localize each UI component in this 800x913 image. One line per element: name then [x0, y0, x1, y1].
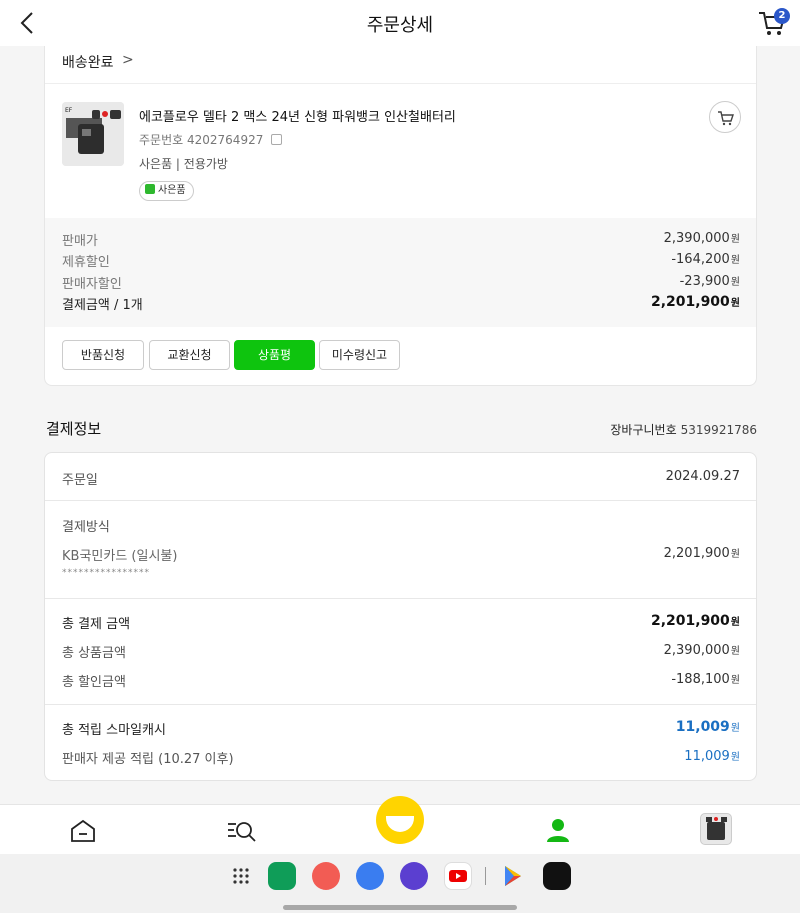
payment-method-label: 결제방식 — [62, 520, 110, 535]
order-number-label: 주문번호 — [139, 133, 184, 147]
product-image-icon — [706, 817, 727, 840]
contacts-app-icon[interactable] — [312, 862, 340, 890]
return-request-button[interactable]: 반품신청 — [62, 340, 144, 370]
discount-total-value: -188,100원 — [671, 672, 740, 687]
price-row-seller-discount: 판매자할인 -23,900원 — [62, 273, 740, 293]
total-payment-value: 2,201,900원 — [650, 613, 740, 629]
product-total-label: 총 상품금액 — [62, 646, 126, 661]
write-review-button[interactable]: 상품평 — [234, 340, 315, 370]
app-drawer-icon[interactable] — [232, 867, 250, 885]
discount-total-label: 총 할인금액 — [62, 675, 126, 690]
gift-label: 사은품 — [158, 185, 186, 196]
call-app-icon[interactable] — [268, 862, 296, 890]
order-number-value: 4202764927 — [187, 133, 264, 147]
smile-home-button[interactable] — [376, 796, 424, 844]
search-menu-icon[interactable] — [226, 818, 258, 844]
cart-number: 장바구니번호 5319921786 — [610, 421, 757, 438]
order-date-label: 주문일 — [62, 473, 98, 488]
masked-card-number: **************** — [62, 568, 150, 578]
price-label: 판매가 — [62, 234, 98, 249]
product-total-value: 2,390,000원 — [663, 643, 740, 658]
seller-cash-label: 판매자 제공 적립 (10.27 이후) — [62, 752, 234, 767]
product-image-icon: EF — [62, 102, 124, 166]
price-row-partner-discount: 제휴할인 -164,200원 — [62, 251, 740, 271]
page-title: 주문상세 — [366, 15, 434, 36]
cart-icon — [718, 111, 734, 126]
smile-cash-label: 총 적립 스마일캐시 — [62, 723, 166, 738]
product-name[interactable]: 에코플로우 델타 2 맥스 24년 신형 파워뱅크 인산철배터리 — [139, 106, 456, 125]
total-payment-label: 총 결제 금액 — [62, 617, 131, 632]
ecoflow-app-icon[interactable] — [543, 862, 571, 890]
payment-method-amount: 2,201,900원 — [663, 546, 740, 561]
internet-app-icon[interactable] — [400, 862, 428, 890]
home-icon[interactable] — [70, 819, 96, 843]
price-label: 결제금액 / 1개 — [62, 298, 143, 313]
youtube-icon — [449, 870, 467, 882]
payment-method-value: KB국민카드 (일시불) — [62, 549, 178, 564]
add-to-cart-button[interactable] — [709, 101, 741, 133]
gift-chip[interactable]: 사은품 — [139, 181, 194, 201]
price-label: 제휴할인 — [62, 255, 110, 270]
price-value: 2,390,000원 — [663, 231, 740, 246]
price-label: 판매자할인 — [62, 277, 122, 292]
price-row-total: 결제금액 / 1개 2,201,900원 — [62, 294, 740, 314]
delivery-status: 배송완료 — [62, 55, 114, 71]
order-number: 주문번호 4202764927 — [139, 131, 283, 148]
order-card: 배송완료 > EF 에코플로우 델타 2 맥스 24년 신형 파워뱅크 인산철배… — [44, 46, 757, 386]
price-summary: 판매가 2,390,000원 제휴할인 -164,200원 판매자할인 -23,… — [45, 218, 756, 327]
gesture-home-bar[interactable] — [283, 905, 517, 910]
messages-app-icon[interactable] — [356, 862, 384, 890]
price-value: 2,201,900원 — [650, 294, 740, 310]
exchange-request-button[interactable]: 교환신청 — [149, 340, 230, 370]
chevron-right-icon: > — [122, 52, 134, 68]
product-thumbnail[interactable]: EF — [62, 102, 124, 166]
payment-section-title: 결제정보 — [46, 420, 102, 438]
price-value: -23,900원 — [679, 274, 740, 289]
thumb-brand: EF — [65, 107, 73, 114]
cart-count-badge: 2 — [774, 8, 790, 24]
recent-item-thumbnail[interactable] — [700, 813, 732, 845]
gift-icon — [145, 184, 155, 194]
smile-cash-value: 11,009원 — [675, 719, 740, 735]
cart-number-label: 장바구니번호 — [610, 423, 677, 437]
play-store-app-icon[interactable] — [498, 862, 526, 890]
seller-cash-value: 11,009원 — [684, 749, 740, 764]
product-option: 사은품 | 전용가방 — [139, 157, 228, 171]
delivery-status-row[interactable]: 배송완료 > — [45, 46, 756, 84]
play-store-icon — [505, 866, 521, 886]
price-value: -164,200원 — [671, 252, 740, 267]
app-header: 주문상세 2 — [0, 0, 800, 46]
order-date-value: 2024.09.27 — [665, 469, 740, 484]
my-page-person-icon[interactable] — [545, 817, 571, 843]
system-dock — [0, 854, 800, 913]
copy-icon[interactable] — [271, 134, 283, 145]
smile-icon — [386, 816, 414, 832]
cart-number-value: 5319921786 — [680, 423, 757, 437]
not-received-report-button[interactable]: 미수령신고 — [319, 340, 400, 370]
price-row-sale: 판매가 2,390,000원 — [62, 230, 740, 250]
youtube-app-icon[interactable] — [444, 862, 472, 890]
payment-card: 주문일 2024.09.27 결제방식 KB국민카드 (일시불) 2,201,9… — [44, 452, 757, 781]
